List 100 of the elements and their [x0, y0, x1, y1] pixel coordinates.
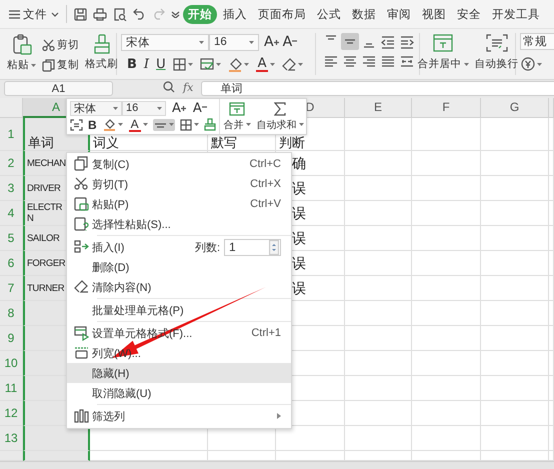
- merge-center-button[interactable]: 合并居中: [416, 33, 470, 72]
- minus-icon[interactable]: [292, 40, 298, 44]
- caret-icon[interactable]: [298, 62, 304, 66]
- italic-button[interactable]: I: [142, 56, 150, 72]
- menu-item[interactable]: 筛选列: [67, 406, 291, 426]
- save-icon[interactable]: [74, 8, 87, 20]
- caret-icon[interactable]: [168, 123, 174, 126]
- menu-item[interactable]: 隐藏(H): [67, 363, 291, 383]
- wrap-text-icon[interactable]: [70, 118, 83, 131]
- column-count-field[interactable]: 1: [224, 238, 281, 256]
- caret-icon[interactable]: [142, 123, 148, 126]
- row-header[interactable]: 2: [0, 151, 23, 176]
- undo-icon[interactable]: [133, 8, 146, 20]
- print-preview-icon[interactable]: [113, 8, 127, 20]
- menu-icon[interactable]: [9, 10, 20, 18]
- merge-cells-icon[interactable]: [229, 102, 246, 116]
- row-header[interactable]: 10: [0, 351, 23, 376]
- underline-button[interactable]: U: [155, 56, 167, 72]
- column-header[interactable]: F: [412, 98, 481, 118]
- font-name-field[interactable]: 宋体: [70, 100, 122, 116]
- clipboard-icon[interactable]: [74, 196, 88, 212]
- column-header[interactable]: G: [481, 98, 549, 118]
- row-header[interactable]: 5: [0, 226, 23, 251]
- row-header[interactable]: 12: [0, 401, 23, 426]
- font-size-field[interactable]: 16: [209, 34, 259, 50]
- copy-icon[interactable]: [42, 58, 55, 72]
- insert-cells-icon[interactable]: [74, 239, 88, 255]
- chevron-icon[interactable]: [51, 12, 59, 16]
- row-header[interactable]: 8: [0, 301, 23, 326]
- paste-button[interactable]: 粘贴: [6, 33, 37, 73]
- borders-icon[interactable]: [180, 118, 192, 131]
- row-header[interactable]: 4: [0, 201, 23, 226]
- spinner-icon[interactable]: [269, 240, 279, 254]
- copy-button[interactable]: 复制: [41, 57, 80, 73]
- caret-icon[interactable]: [244, 62, 249, 66]
- column-header[interactable]: E: [345, 98, 412, 118]
- copy-icon[interactable]: [74, 156, 88, 172]
- font-size-field[interactable]: 16: [122, 100, 166, 116]
- borders-icon[interactable]: [172, 58, 186, 70]
- function-button[interactable]: fx: [183, 81, 194, 95]
- caret-icon[interactable]: [216, 62, 221, 66]
- formula-field[interactable]: 单词: [201, 81, 554, 96]
- name-box[interactable]: A1: [4, 81, 113, 96]
- clipboard-icon[interactable]: [12, 34, 32, 56]
- grow-font-button[interactable]: A: [263, 33, 280, 51]
- caret-icon[interactable]: [199, 40, 204, 44]
- format-cells-icon[interactable]: [74, 325, 88, 341]
- align-middle-button[interactable]: [152, 118, 175, 131]
- bold-button[interactable]: B: [126, 56, 138, 72]
- shrink-font-button[interactable]: A: [282, 33, 298, 51]
- scissors-icon[interactable]: [42, 39, 55, 51]
- cell-style-icon[interactable]: [200, 58, 214, 70]
- fill-bucket-icon[interactable]: [228, 56, 242, 72]
- bold-button[interactable]: B: [87, 118, 98, 132]
- clipboard-question-icon[interactable]: [74, 216, 88, 232]
- eraser-icon[interactable]: [74, 279, 88, 295]
- caret-icon[interactable]: [118, 123, 123, 126]
- sum-icon[interactable]: [274, 102, 286, 116]
- ribbon-tab[interactable]: 插入: [218, 4, 252, 24]
- plus-icon[interactable]: [180, 106, 186, 111]
- font-name-field[interactable]: 宋体: [121, 34, 209, 50]
- caret-icon[interactable]: [464, 62, 468, 66]
- caret-icon[interactable]: [246, 123, 251, 126]
- file-menu[interactable]: 文件: [23, 6, 47, 22]
- ribbon-tab[interactable]: 审阅: [382, 4, 416, 24]
- format-painter-button[interactable]: 格式刷: [84, 33, 119, 72]
- row-header[interactable]: 1: [0, 118, 23, 151]
- caret-icon[interactable]: [31, 64, 36, 66]
- fill-bucket-icon[interactable]: [102, 118, 116, 132]
- row-header[interactable]: 7: [0, 276, 23, 301]
- wrap-text-icon[interactable]: [486, 34, 508, 52]
- shrink-font-button[interactable]: A: [192, 100, 208, 116]
- plus-icon[interactable]: [274, 40, 279, 44]
- caret-icon[interactable]: [188, 62, 193, 66]
- caret-icon[interactable]: [194, 123, 199, 126]
- font-color-button[interactable]: A: [256, 56, 268, 72]
- menu-item[interactable]: 取消隐藏(U): [67, 383, 291, 403]
- menu-item[interactable]: 批量处理单元格(P): [67, 300, 291, 320]
- currency-icon[interactable]: [521, 57, 535, 71]
- row-header[interactable]: 3: [0, 176, 23, 201]
- filter-columns-icon[interactable]: [74, 408, 88, 424]
- row-header[interactable]: 9: [0, 326, 23, 351]
- paintbrush-icon[interactable]: [204, 118, 216, 132]
- print-icon[interactable]: [93, 8, 107, 20]
- row-header[interactable]: 11: [0, 376, 23, 401]
- cut-button[interactable]: 剪切: [41, 37, 80, 53]
- grow-font-button[interactable]: A: [171, 100, 187, 116]
- column-width-icon[interactable]: [74, 345, 88, 361]
- caret-icon[interactable]: [537, 62, 542, 66]
- paintbrush-icon[interactable]: [92, 34, 110, 54]
- caret-icon[interactable]: [298, 123, 304, 126]
- ribbon-tab[interactable]: 公式: [312, 4, 346, 24]
- caret-icon[interactable]: [157, 106, 162, 110]
- caret-icon[interactable]: [249, 40, 254, 44]
- ribbon-tab[interactable]: 安全: [452, 4, 486, 24]
- merge-cells-icon[interactable]: [433, 34, 453, 52]
- row-header[interactable]: 6: [0, 251, 23, 276]
- ribbon-tab[interactable]: 视图: [417, 4, 451, 24]
- eraser-icon[interactable]: [282, 58, 296, 70]
- dropdown-icon[interactable]: [171, 10, 180, 18]
